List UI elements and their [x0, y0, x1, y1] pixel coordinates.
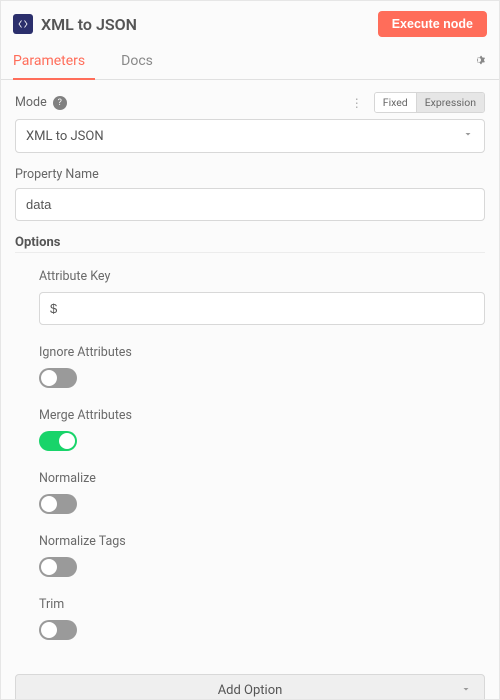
mode-value-type-toggle[interactable]: Fixed Expression [374, 92, 485, 113]
options-divider [15, 252, 485, 253]
chevron-down-icon [460, 683, 472, 699]
label-ignore-attributes: Ignore Attributes [39, 345, 485, 360]
value-type-fixed[interactable]: Fixed [375, 93, 416, 112]
value-type-expression[interactable]: Expression [416, 93, 484, 112]
label-normalize: Normalize [39, 471, 485, 486]
options-list: Attribute Key Ignore Attributes Merge At… [15, 269, 485, 640]
property-name-input[interactable] [15, 188, 485, 221]
node-type-icon [13, 14, 33, 34]
add-option-label: Add Option [218, 683, 283, 698]
label-property-name: Property Name [15, 167, 99, 182]
mode-select-value: XML to JSON [26, 129, 104, 144]
label-mode: Mode [15, 95, 47, 110]
mode-select[interactable]: XML to JSON [15, 119, 485, 153]
drag-handle-icon[interactable]: ⋮ [351, 96, 364, 110]
field-mode: Mode ? ⋮ Fixed Expression XML to JSON [15, 92, 485, 153]
option-attribute-key: Attribute Key [39, 269, 485, 325]
field-property-name: Property Name [15, 167, 485, 221]
panel-header: XML to JSON Execute node [1, 1, 499, 45]
option-normalize-tags: Normalize Tags [39, 534, 485, 577]
label-attribute-key: Attribute Key [39, 269, 485, 284]
label-merge-attributes: Merge Attributes [39, 408, 485, 423]
option-merge-attributes: Merge Attributes [39, 408, 485, 451]
attribute-key-input[interactable] [39, 292, 485, 325]
chevron-down-icon [462, 128, 474, 144]
tab-parameters[interactable]: Parameters [13, 45, 95, 79]
option-ignore-attributes: Ignore Attributes [39, 345, 485, 388]
execute-node-button[interactable]: Execute node [378, 11, 487, 37]
option-normalize: Normalize [39, 471, 485, 514]
label-trim: Trim [39, 597, 485, 612]
toggle-ignore-attributes[interactable] [39, 368, 77, 388]
tab-docs[interactable]: Docs [121, 45, 163, 79]
node-title: XML to JSON [41, 15, 378, 34]
option-trim: Trim [39, 597, 485, 640]
options-heading: Options [15, 235, 485, 250]
toggle-trim[interactable] [39, 620, 77, 640]
parameters-body: Mode ? ⋮ Fixed Expression XML to JSON Pr… [1, 80, 499, 674]
node-config-panel: XML to JSON Execute node Parameters Docs… [0, 0, 500, 700]
toggle-merge-attributes[interactable] [39, 431, 77, 451]
settings-gear-icon[interactable] [471, 46, 487, 78]
tab-bar: Parameters Docs [1, 45, 499, 80]
toggle-normalize-tags[interactable] [39, 557, 77, 577]
help-icon[interactable]: ? [53, 96, 67, 110]
toggle-normalize[interactable] [39, 494, 77, 514]
add-option-button[interactable]: Add Option [15, 674, 485, 700]
label-normalize-tags: Normalize Tags [39, 534, 485, 549]
